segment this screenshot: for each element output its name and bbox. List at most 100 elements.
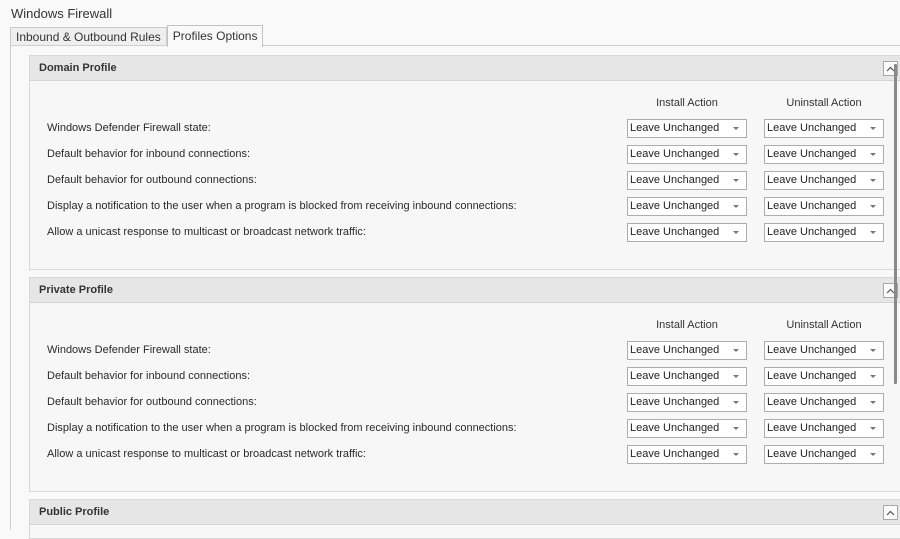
setting-row: Default behavior for outbound connection… <box>30 393 900 413</box>
dropdown-value: Leave Unchanged <box>767 448 857 460</box>
setting-row: Windows Defender Firewall state: Leave U… <box>30 341 900 361</box>
uninstall-action-dropdown[interactable]: Leave Unchanged <box>764 145 884 164</box>
install-action-dropdown[interactable]: Leave Unchanged <box>627 197 747 216</box>
dropdown-arrow-icon <box>733 153 739 156</box>
dropdown-arrow-icon <box>870 127 876 130</box>
dropdown-value: Leave Unchanged <box>767 370 857 382</box>
dropdown-arrow-icon <box>733 127 739 130</box>
dropdown-value: Leave Unchanged <box>767 148 857 160</box>
install-action-dropdown[interactable]: Leave Unchanged <box>627 171 747 190</box>
install-action-dropdown[interactable]: Leave Unchanged <box>627 145 747 164</box>
dropdown-arrow-icon <box>870 205 876 208</box>
private-profile-header[interactable]: Private Profile <box>30 278 900 303</box>
install-action-dropdown[interactable]: Leave Unchanged <box>627 223 747 242</box>
uninstall-action-dropdown[interactable]: Leave Unchanged <box>764 393 884 412</box>
dropdown-value: Leave Unchanged <box>630 396 720 408</box>
dropdown-value: Leave Unchanged <box>767 396 857 408</box>
dropdown-value: Leave Unchanged <box>630 422 720 434</box>
vertical-scrollbar[interactable] <box>892 54 900 534</box>
setting-label: Display a notification to the user when … <box>47 422 517 434</box>
dropdown-value: Leave Unchanged <box>630 148 720 160</box>
dropdown-arrow-icon <box>733 453 739 456</box>
setting-label: Default behavior for inbound connections… <box>47 148 251 160</box>
dropdown-value: Leave Unchanged <box>767 200 857 212</box>
install-action-dropdown[interactable]: Leave Unchanged <box>627 419 747 438</box>
setting-row: Windows Defender Firewall state: Leave U… <box>30 119 900 139</box>
dropdown-arrow-icon <box>870 401 876 404</box>
dropdown-arrow-icon <box>733 205 739 208</box>
uninstall-action-dropdown[interactable]: Leave Unchanged <box>764 341 884 360</box>
dropdown-value: Leave Unchanged <box>767 122 857 134</box>
setting-row: Default behavior for inbound connections… <box>30 145 900 165</box>
install-action-dropdown[interactable]: Leave Unchanged <box>627 393 747 412</box>
dropdown-arrow-icon <box>733 375 739 378</box>
profiles-options-panel: Domain Profile Install Action Uninstall … <box>10 45 900 539</box>
setting-row: Allow a unicast response to multicast or… <box>30 223 900 243</box>
tab-bar: Inbound & Outbound Rules Profiles Option… <box>10 25 264 47</box>
dropdown-value: Leave Unchanged <box>767 226 857 238</box>
app-title: Windows Firewall <box>11 6 113 21</box>
uninstall-action-dropdown[interactable]: Leave Unchanged <box>764 367 884 386</box>
dropdown-arrow-icon <box>733 427 739 430</box>
dropdown-arrow-icon <box>733 179 739 182</box>
scrollbar-thumb[interactable] <box>894 64 897 384</box>
uninstall-action-dropdown[interactable]: Leave Unchanged <box>764 419 884 438</box>
dropdown-value: Leave Unchanged <box>767 174 857 186</box>
tab-inbound-outbound-rules[interactable]: Inbound & Outbound Rules <box>10 27 167 47</box>
uninstall-action-dropdown[interactable]: Leave Unchanged <box>764 197 884 216</box>
section-title: Public Profile <box>39 506 110 518</box>
dropdown-arrow-icon <box>870 231 876 234</box>
uninstall-action-dropdown[interactable]: Leave Unchanged <box>764 119 884 138</box>
dropdown-value: Leave Unchanged <box>630 344 720 356</box>
setting-label: Default behavior for outbound connection… <box>47 396 257 408</box>
install-action-dropdown[interactable]: Leave Unchanged <box>627 341 747 360</box>
public-profile-section: Public Profile <box>29 499 900 539</box>
dropdown-value: Leave Unchanged <box>767 344 857 356</box>
dropdown-arrow-icon <box>870 349 876 352</box>
setting-row: Default behavior for inbound connections… <box>30 367 900 387</box>
uninstall-action-dropdown[interactable]: Leave Unchanged <box>764 223 884 242</box>
install-action-dropdown[interactable]: Leave Unchanged <box>627 445 747 464</box>
dropdown-value: Leave Unchanged <box>630 174 720 186</box>
setting-label: Windows Defender Firewall state: <box>47 344 211 356</box>
dropdown-value: Leave Unchanged <box>630 448 720 460</box>
install-action-header: Install Action <box>656 319 718 331</box>
dropdown-value: Leave Unchanged <box>767 422 857 434</box>
dropdown-value: Leave Unchanged <box>630 122 720 134</box>
setting-label: Allow a unicast response to multicast or… <box>47 448 366 460</box>
setting-label: Allow a unicast response to multicast or… <box>47 226 366 238</box>
dropdown-arrow-icon <box>733 401 739 404</box>
tab-profiles-options[interactable]: Profiles Options <box>166 25 264 47</box>
setting-row: Default behavior for outbound connection… <box>30 171 900 191</box>
setting-label: Display a notification to the user when … <box>47 200 517 212</box>
setting-row: Display a notification to the user when … <box>30 197 900 217</box>
install-action-header: Install Action <box>656 97 718 109</box>
private-profile-section: Private Profile Install Action Uninstall… <box>29 277 900 492</box>
install-action-dropdown[interactable]: Leave Unchanged <box>627 119 747 138</box>
dropdown-arrow-icon <box>870 453 876 456</box>
uninstall-action-header: Uninstall Action <box>786 97 862 109</box>
setting-label: Windows Defender Firewall state: <box>47 122 211 134</box>
dropdown-arrow-icon <box>870 427 876 430</box>
dropdown-arrow-icon <box>733 231 739 234</box>
dropdown-value: Leave Unchanged <box>630 200 720 212</box>
section-title: Domain Profile <box>39 62 117 74</box>
domain-profile-section: Domain Profile Install Action Uninstall … <box>29 55 900 270</box>
uninstall-action-header: Uninstall Action <box>786 319 862 331</box>
setting-row: Display a notification to the user when … <box>30 419 900 439</box>
install-action-dropdown[interactable]: Leave Unchanged <box>627 367 747 386</box>
setting-row: Allow a unicast response to multicast or… <box>30 445 900 465</box>
domain-profile-header[interactable]: Domain Profile <box>30 56 900 81</box>
dropdown-arrow-icon <box>870 179 876 182</box>
uninstall-action-dropdown[interactable]: Leave Unchanged <box>764 171 884 190</box>
section-title: Private Profile <box>39 284 113 296</box>
public-profile-header[interactable]: Public Profile <box>30 500 900 525</box>
dropdown-arrow-icon <box>870 375 876 378</box>
dropdown-value: Leave Unchanged <box>630 370 720 382</box>
setting-label: Default behavior for inbound connections… <box>47 370 251 382</box>
dropdown-arrow-icon <box>870 153 876 156</box>
dropdown-arrow-icon <box>733 349 739 352</box>
setting-label: Default behavior for outbound connection… <box>47 174 257 186</box>
dropdown-value: Leave Unchanged <box>630 226 720 238</box>
uninstall-action-dropdown[interactable]: Leave Unchanged <box>764 445 884 464</box>
